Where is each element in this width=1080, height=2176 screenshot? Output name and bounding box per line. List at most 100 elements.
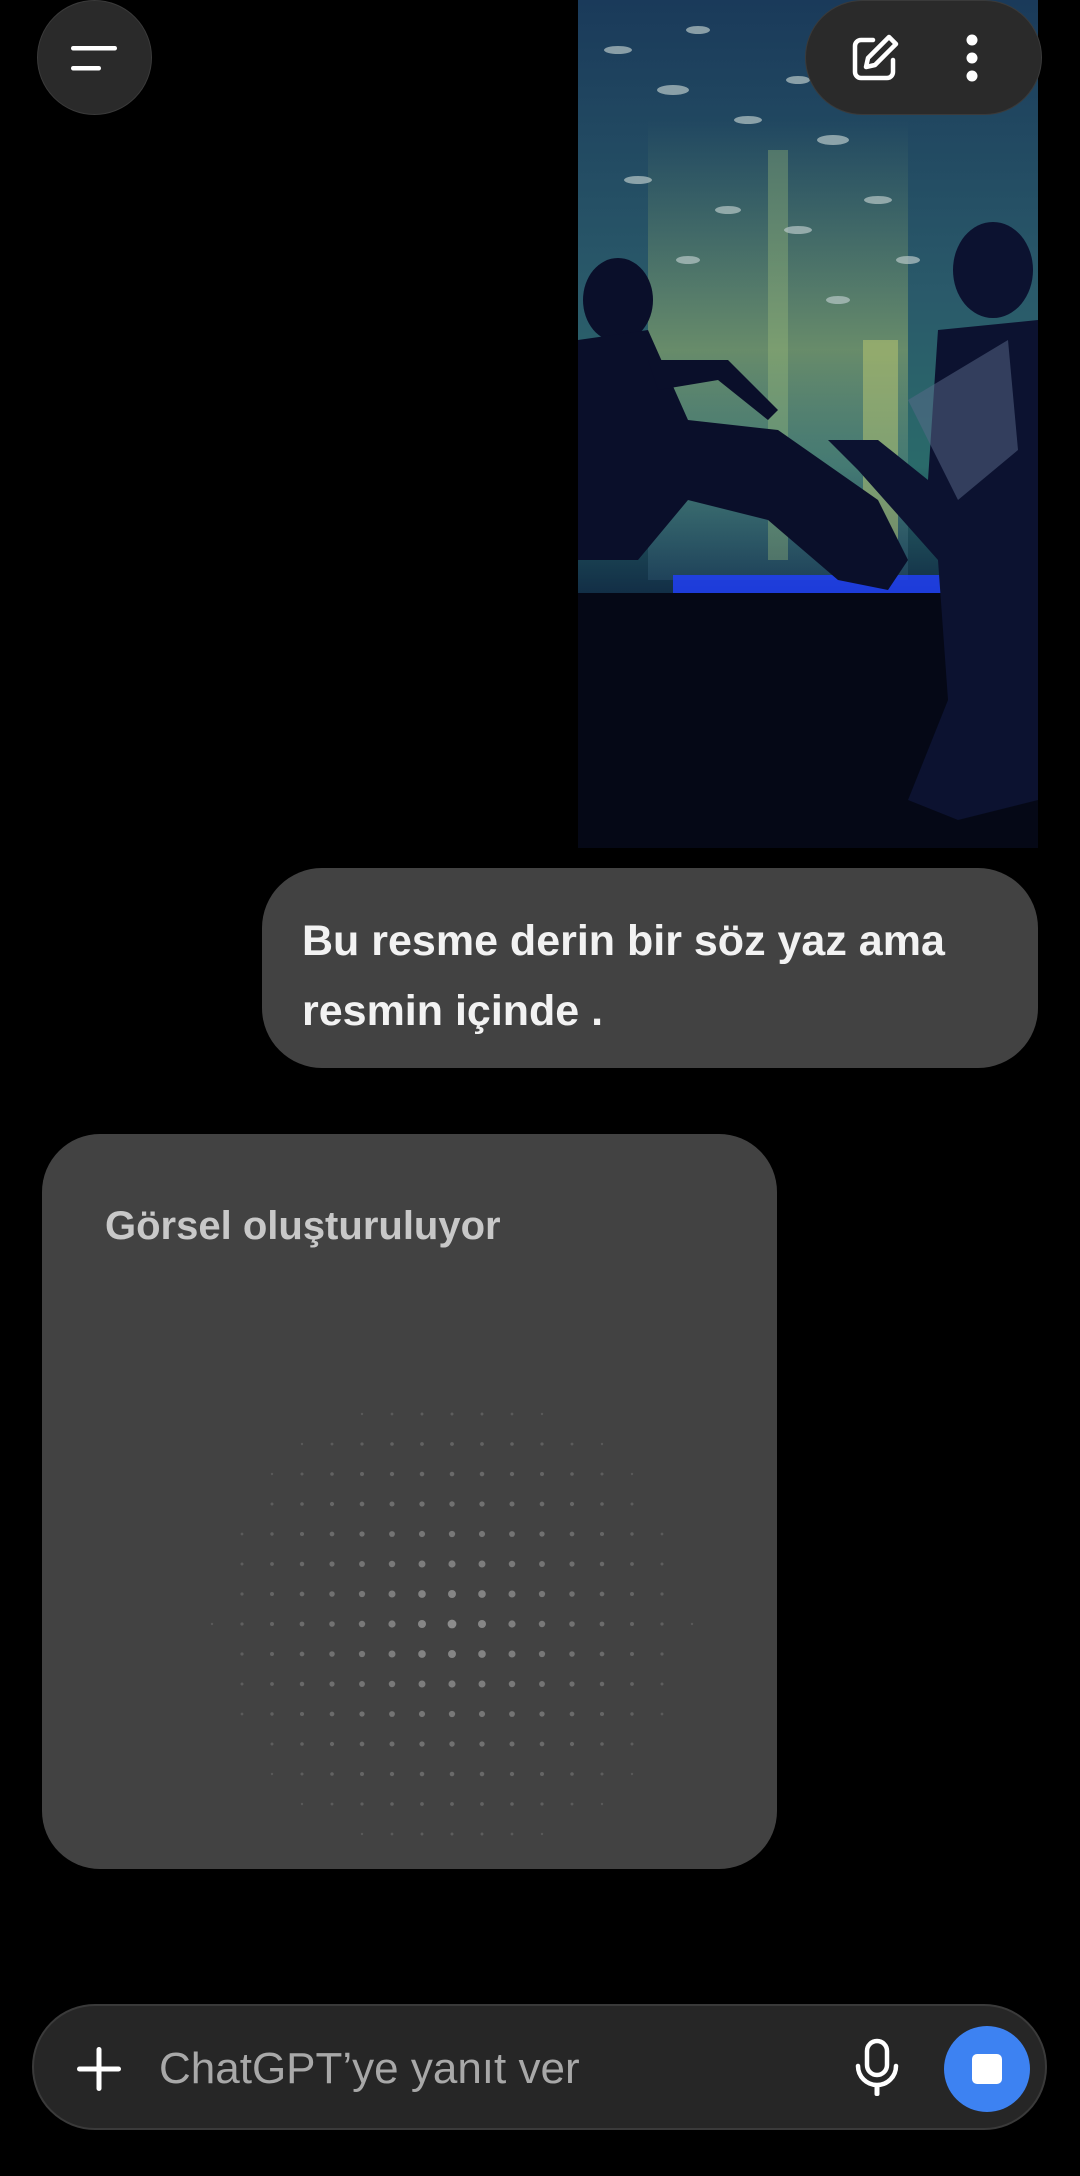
more-vertical-icon <box>966 34 978 81</box>
pattern-dot <box>300 1802 304 1806</box>
pattern-dot <box>270 1772 274 1776</box>
pattern-dot <box>660 1682 664 1686</box>
pattern-dot <box>388 1650 396 1658</box>
pattern-dot <box>329 1621 335 1627</box>
pattern-dot <box>449 1771 455 1777</box>
new-chat-button[interactable] <box>840 23 910 93</box>
pattern-dot <box>478 1680 486 1688</box>
pattern-dot <box>538 1590 546 1598</box>
pattern-dot <box>660 1592 664 1596</box>
pattern-dot <box>540 1412 544 1416</box>
pattern-dot <box>600 1742 604 1746</box>
menu-button[interactable] <box>37 0 152 115</box>
pattern-dot <box>358 1650 366 1658</box>
pattern-dot <box>359 1501 365 1507</box>
pattern-dot <box>388 1590 396 1598</box>
stop-generation-button[interactable] <box>944 2026 1030 2112</box>
pattern-dot <box>599 1651 605 1657</box>
pattern-dot <box>329 1591 335 1597</box>
pattern-dot <box>420 1832 424 1836</box>
pattern-dot <box>630 1502 634 1506</box>
pattern-dot <box>479 1501 485 1507</box>
add-attachment-button[interactable] <box>64 2034 134 2104</box>
pattern-dot <box>419 1771 425 1777</box>
pattern-dot <box>600 1802 604 1806</box>
pattern-dot <box>358 1590 366 1598</box>
pattern-dot <box>630 1532 634 1536</box>
pattern-dot <box>599 1681 605 1687</box>
pattern-dot <box>360 1472 364 1476</box>
pattern-dot <box>360 1802 364 1806</box>
pattern-dot <box>630 1712 634 1716</box>
pattern-dot <box>358 1620 366 1628</box>
pattern-dot <box>660 1562 664 1566</box>
pattern-dot <box>299 1711 305 1717</box>
pattern-dot <box>329 1741 335 1747</box>
pattern-dot <box>630 1472 634 1476</box>
pattern-dot <box>599 1621 605 1627</box>
pattern-dot <box>360 1412 364 1416</box>
pattern-dot <box>630 1682 634 1686</box>
pattern-dot <box>360 1772 364 1776</box>
pattern-dot <box>299 1561 305 1567</box>
pattern-dot <box>300 1742 304 1746</box>
pattern-dot <box>300 1472 304 1476</box>
attached-photo[interactable] <box>578 0 1038 848</box>
pattern-dot <box>478 1650 486 1658</box>
pattern-dot <box>418 1590 426 1598</box>
pattern-dot <box>270 1592 274 1596</box>
pattern-dot <box>478 1710 486 1718</box>
pattern-dot <box>509 1741 515 1747</box>
pattern-dot <box>450 1802 454 1806</box>
pattern-dot <box>600 1502 604 1506</box>
pattern-dot <box>479 1771 485 1777</box>
pattern-dot <box>240 1652 244 1656</box>
pattern-dot <box>509 1531 515 1537</box>
pattern-dot <box>480 1442 484 1446</box>
pattern-dot <box>420 1442 424 1446</box>
pattern-dot <box>269 1621 275 1627</box>
pattern-dot <box>448 1710 456 1718</box>
microphone-icon <box>855 2038 899 2096</box>
pattern-dot <box>447 1619 457 1629</box>
pattern-dot <box>359 1741 365 1747</box>
pattern-dot <box>240 1532 244 1536</box>
pattern-dot <box>570 1802 574 1806</box>
pattern-dot <box>240 1592 244 1596</box>
pattern-dot <box>540 1832 544 1836</box>
pattern-dot <box>390 1412 394 1416</box>
pattern-dot <box>660 1712 664 1716</box>
pattern-dot <box>449 1471 455 1477</box>
pattern-dot <box>449 1741 455 1747</box>
user-message-text: Bu resme derin bir söz yaz ama resmin iç… <box>302 917 945 1035</box>
more-options-button[interactable] <box>937 23 1007 93</box>
user-message-bubble: Bu resme derin bir söz yaz ama resmin iç… <box>262 868 1038 1068</box>
pattern-dot <box>569 1591 575 1597</box>
pattern-dot <box>240 1682 244 1686</box>
menu-icon <box>70 45 117 70</box>
pattern-dot <box>359 1711 365 1717</box>
pattern-dot <box>479 1471 485 1477</box>
pattern-dot <box>478 1620 486 1628</box>
pattern-dot <box>270 1562 274 1566</box>
message-input[interactable] <box>159 2034 729 2104</box>
pattern-dot <box>600 1442 604 1446</box>
pattern-dot <box>210 1622 214 1626</box>
pattern-dot <box>569 1651 575 1657</box>
pattern-dot <box>450 1412 454 1416</box>
pattern-dot <box>540 1442 544 1446</box>
pattern-dot <box>448 1650 456 1658</box>
pattern-dot <box>570 1472 574 1476</box>
pattern-dot <box>388 1680 396 1688</box>
edit-icon <box>852 34 898 80</box>
pattern-dot <box>630 1772 634 1776</box>
voice-input-button[interactable] <box>842 2034 912 2104</box>
pattern-dot <box>418 1710 426 1718</box>
pattern-dot <box>479 1741 485 1747</box>
pattern-dot <box>599 1531 605 1537</box>
pattern-dot <box>509 1501 515 1507</box>
pattern-dot <box>630 1652 634 1656</box>
pattern-dot <box>600 1772 604 1776</box>
pattern-dot <box>448 1590 456 1598</box>
pattern-dot <box>390 1832 394 1836</box>
